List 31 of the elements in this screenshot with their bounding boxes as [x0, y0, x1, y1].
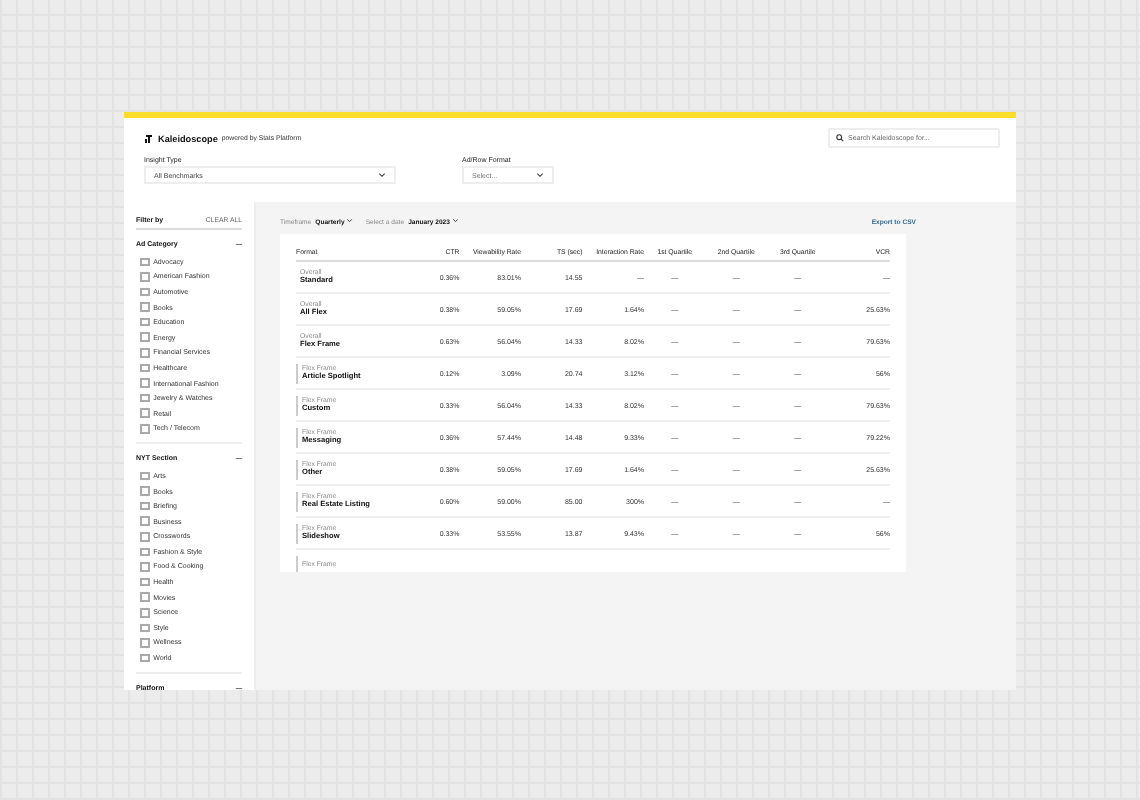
caret-icon	[346, 218, 354, 224]
checkbox[interactable]	[140, 562, 150, 572]
checkbox[interactable]	[140, 393, 150, 403]
checkbox[interactable]	[140, 471, 150, 481]
checkbox[interactable]	[140, 501, 150, 511]
checkbox[interactable]	[140, 577, 150, 587]
checkbox[interactable]	[140, 317, 150, 327]
checkbox[interactable]	[140, 592, 150, 602]
caret-icon	[451, 218, 459, 224]
checkbox[interactable]	[140, 516, 150, 526]
checkbox[interactable]	[140, 486, 150, 496]
search-icon	[836, 134, 844, 142]
checkbox[interactable]	[140, 653, 150, 663]
caret-icon	[378, 172, 386, 178]
checkbox[interactable]	[140, 272, 150, 282]
caret-icon	[536, 172, 544, 178]
checkbox[interactable]	[140, 547, 150, 557]
checkbox[interactable]	[140, 408, 150, 419]
checkbox[interactable]	[140, 638, 150, 648]
checkbox[interactable]	[140, 257, 150, 267]
checkbox[interactable]	[140, 363, 150, 373]
checkbox[interactable]	[140, 302, 150, 312]
checkbox[interactable]	[140, 348, 150, 358]
logo-icon	[144, 133, 154, 143]
checkbox[interactable]	[140, 287, 150, 297]
checkbox[interactable]	[140, 424, 150, 434]
checkbox[interactable]	[140, 332, 150, 343]
checkbox[interactable]	[140, 532, 150, 542]
checkbox[interactable]	[140, 623, 150, 633]
checkbox[interactable]	[140, 607, 150, 618]
checkbox[interactable]	[140, 378, 150, 388]
